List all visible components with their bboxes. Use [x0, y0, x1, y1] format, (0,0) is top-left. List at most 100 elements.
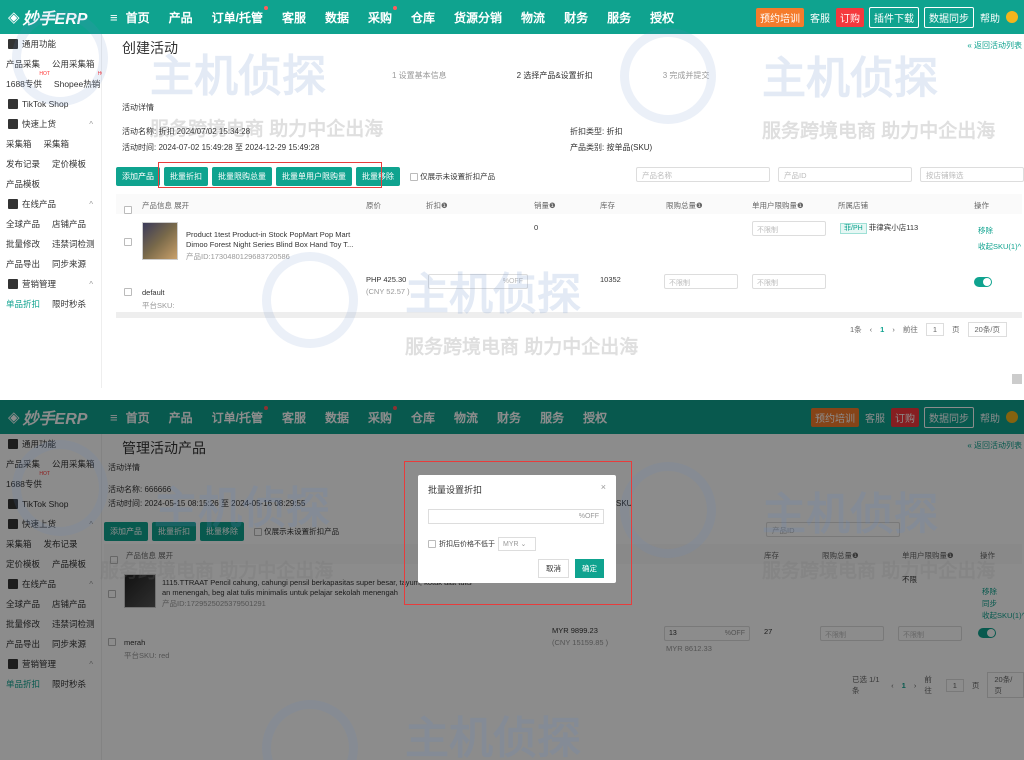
col-total-limit: 限购总量❶ — [666, 201, 703, 210]
chevron-up-icon: ^ — [89, 119, 93, 129]
highlight-box — [404, 461, 632, 605]
upload-icon — [8, 119, 18, 129]
watermark-ring — [12, 440, 108, 536]
discount-input[interactable]: %OFF — [428, 274, 528, 289]
watermark-ring — [262, 252, 358, 348]
sidebar-item-flash-sale[interactable]: 限时秒杀 — [52, 298, 86, 310]
nav-finance[interactable]: 财务 — [564, 9, 588, 26]
sku-checkbox[interactable] — [124, 288, 132, 296]
product-name-input[interactable]: 产品名称 — [636, 167, 770, 182]
shop-icon — [8, 199, 18, 209]
store-name: 菲律宾小店113 — [868, 223, 919, 232]
col-user-limit: 单用户限购量❶ — [752, 201, 804, 210]
total-count: 1条 — [850, 325, 862, 334]
product-title-line1[interactable]: Product 1test Product-in Stock PopMart P… — [186, 230, 350, 239]
product-id-input[interactable]: 产品ID — [778, 167, 912, 182]
top-nav-bar: ◈ 妙手ERP ≡ 首页 产品 订单/托管 客服 数据 采购 仓库 货源分销 物流… — [0, 0, 1024, 34]
sku-user-limit-input[interactable]: 不限制 — [752, 274, 826, 289]
sku-price-cny: (CNY 52.57 ) — [366, 287, 410, 296]
nav-authorization[interactable]: 授权 — [650, 9, 674, 26]
col-original-price: 原价 — [366, 201, 381, 210]
nav-purchase[interactable]: 采购 — [368, 5, 398, 26]
scroll-arrow-icon[interactable] — [1012, 374, 1022, 384]
plugin-download-button[interactable]: 插件下载 — [869, 6, 919, 28]
user-limit-input[interactable]: 不限制 — [752, 221, 826, 236]
logo-icon: ◈ — [8, 9, 20, 26]
avatar[interactable] — [1006, 11, 1018, 23]
sidebar-item-bulk-edit[interactable]: 批量修改 — [6, 238, 40, 250]
step-2: 2 选择产品&设置折扣 — [516, 71, 593, 80]
sidebar-section-marketing[interactable]: 营销管理 ^ — [0, 274, 101, 294]
nav-orders[interactable]: 订单/托管 — [212, 5, 268, 26]
nav-home[interactable]: 首页 — [126, 9, 150, 26]
sidebar-item-pricing-template[interactable]: 定价模板 — [52, 158, 86, 170]
data-sync-button[interactable]: 数据同步 — [924, 6, 974, 28]
discount-type: 折扣类型: 折扣 — [570, 127, 623, 136]
product-image[interactable] — [142, 222, 178, 260]
col-product-info: 产品信息 展开 — [142, 201, 190, 210]
sidebar-item-sync-source[interactable]: 同步来源 — [52, 258, 86, 270]
prev-page-icon[interactable]: ‹ — [870, 325, 873, 334]
sidebar-section-quick[interactable]: 快速上货 ^ — [0, 114, 101, 134]
chevron-up-icon: ^ — [89, 279, 93, 289]
select-all-checkbox[interactable] — [124, 206, 132, 214]
region-tag: 菲/PH — [840, 223, 867, 234]
sidebar-item-banned-words[interactable]: 违禁词检测 — [52, 238, 95, 250]
order-button[interactable]: 订购 — [836, 7, 864, 27]
nav-products[interactable]: 产品 — [169, 9, 193, 26]
col-discount: 折扣❶ — [426, 201, 448, 210]
goto-page-input[interactable]: 1 — [925, 323, 945, 336]
main-content: 创建活动 « 返回活动列表 1 设置基本信息 2 选择产品&设置折扣 3 完成并… — [102, 34, 1024, 388]
back-to-list-link[interactable]: « 返回活动列表 — [967, 40, 1022, 51]
page-title: 创建活动 — [122, 40, 178, 56]
nav-distribution[interactable]: 货源分销 — [454, 9, 502, 26]
help-button[interactable]: 帮助 — [979, 8, 1001, 27]
sidebar-item-collect-box[interactable]: 采集箱 — [6, 138, 32, 150]
product-title-line2[interactable]: Dimoo Forest Night Series Blind Box Hand… — [186, 240, 353, 249]
row-checkbox[interactable] — [124, 238, 132, 246]
watermark-ring — [620, 28, 716, 124]
horizontal-scrollbar[interactable] — [116, 312, 1022, 318]
sku-price: PHP 425.30 — [366, 275, 407, 284]
next-page-icon[interactable]: › — [892, 325, 895, 334]
sidebar-item-collect-box-2[interactable]: 采集箱 — [44, 138, 70, 150]
section-title: 活动详情 — [122, 103, 154, 112]
chevron-up-icon: ^ — [89, 199, 93, 209]
training-button[interactable]: 预约培训 — [756, 7, 804, 27]
sales-value: 0 — [534, 223, 539, 232]
remove-link[interactable]: 移除 — [978, 225, 993, 236]
table-header: 产品信息 展开 原价 折扣❶ 销量❶ 库存 限购总量❶ 单用户限购量❶ 所属店铺… — [116, 194, 1022, 214]
sidebar-item-publish-log[interactable]: 发布记录 — [6, 158, 40, 170]
top-right-actions: 预约培训 客服 订购 插件下载 数据同步 帮助 — [756, 0, 1018, 34]
nav-data[interactable]: 数据 — [325, 9, 349, 26]
store-filter-select[interactable]: 按店铺筛选 — [920, 167, 1024, 182]
product-category: 产品类别: 按单品(SKU) — [570, 143, 653, 152]
add-product-button[interactable]: 添加产品 — [116, 167, 160, 186]
sidebar-item-discount[interactable]: 单品折扣 — [6, 298, 40, 310]
collapse-sku-link[interactable]: 收起SKU(1)^ — [978, 241, 1021, 252]
nav-services[interactable]: 服务 — [607, 9, 631, 26]
sidebar-item-export[interactable]: 产品导出 — [6, 258, 40, 270]
sidebar-item-product-template[interactable]: 产品模板 — [6, 178, 40, 190]
sidebar-section-online[interactable]: 在线产品 ^ — [0, 194, 101, 214]
nav-service[interactable]: 客服 — [282, 9, 306, 26]
activity-name: 活动名称: 折扣 2024/07/02 15:34:28 — [122, 127, 251, 136]
only-unset-checkbox[interactable] — [410, 173, 418, 182]
main-nav: 首页 产品 订单/托管 客服 数据 采购 仓库 货源分销 物流 财务 服务 授权 — [126, 5, 694, 26]
nav-warehouse[interactable]: 仓库 — [411, 9, 435, 26]
only-unset-label: 仅展示未设置折扣产品 — [420, 172, 496, 181]
nav-logistics[interactable]: 物流 — [521, 9, 545, 26]
sidebar-item-global-products[interactable]: 全球产品 — [6, 218, 40, 230]
menu-icon[interactable]: ≡ — [110, 10, 118, 25]
step-1: 1 设置基本信息 — [392, 71, 447, 80]
sku-enable-toggle[interactable] — [974, 277, 992, 287]
sku-name: default — [142, 288, 165, 297]
screenshot-create-activity: ◈ 妙手ERP ≡ 首页 产品 订单/托管 客服 数据 采购 仓库 货源分销 物流… — [0, 0, 1024, 388]
total-limit-input[interactable]: 不限制 — [664, 274, 738, 289]
product-id: 产品ID:1730480129683720586 — [186, 252, 290, 261]
col-stock: 库存 — [600, 201, 615, 210]
customer-service-button[interactable]: 客服 — [809, 8, 831, 27]
page-size-select[interactable]: 20条/页 — [967, 322, 1007, 337]
sidebar-item-store-products[interactable]: 店铺产品 — [52, 218, 86, 230]
page-number[interactable]: 1 — [880, 325, 884, 334]
